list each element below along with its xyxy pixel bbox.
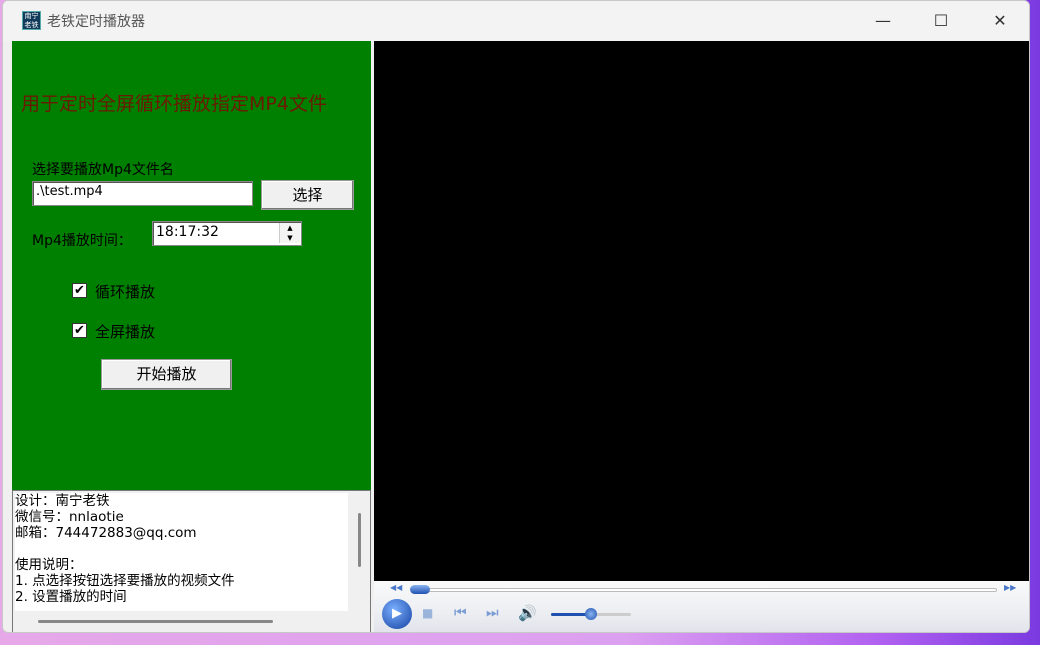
app-icon: 南宁 老铁 xyxy=(22,11,41,30)
memo-line: 邮箱：744472883@qq.com xyxy=(15,525,197,541)
panel-heading: 用于定时全屏循环播放指定MP4文件 xyxy=(21,93,327,115)
memo-line: 1. 点选择按钮选择要播放的视频文件 xyxy=(15,573,235,589)
choose-button[interactable]: 选择 xyxy=(261,180,354,210)
memo-line xyxy=(15,541,348,557)
play-icon: ▶ xyxy=(392,606,402,621)
time-label: Mp4播放时间： xyxy=(32,233,132,249)
horizontal-scrollbar[interactable] xyxy=(38,620,273,623)
time-value: 18:17:32 xyxy=(156,224,219,240)
maximize-button[interactable]: ☐ xyxy=(926,9,956,33)
volume-slider[interactable] xyxy=(551,608,631,620)
volume-thumb[interactable] xyxy=(585,608,597,620)
rewind-icon[interactable]: ◀◀ xyxy=(390,583,402,592)
memo-text: 设计：南宁老铁 微信号：nnlaotie 邮箱：744472883@qq.com 使… xyxy=(15,493,348,611)
next-icon[interactable]: ⏭ xyxy=(486,605,499,621)
player-controls: ◀◀ ▶▶ ▶ ■ ⏮ ⏭ 🔊 xyxy=(374,581,1029,632)
volume-icon[interactable]: 🔊 xyxy=(518,604,537,622)
seek-bar[interactable] xyxy=(412,588,997,592)
stop-icon[interactable]: ■ xyxy=(422,606,433,620)
start-button[interactable]: 开始播放 xyxy=(101,359,232,390)
loop-label: 循环播放 xyxy=(95,283,156,301)
file-input[interactable]: .\test.mp4 xyxy=(32,181,253,206)
fullscreen-label: 全屏播放 xyxy=(95,323,156,341)
info-memo[interactable]: 设计：南宁老铁 微信号：nnlaotie 邮箱：744472883@qq.com 使… xyxy=(12,490,371,632)
fast-forward-icon[interactable]: ▶▶ xyxy=(1004,583,1016,592)
fullscreen-checkbox[interactable]: ✔ xyxy=(72,323,87,338)
memo-line: 使用说明： xyxy=(15,557,83,573)
memo-line: 设计：南宁老铁 xyxy=(15,493,110,509)
video-area[interactable] xyxy=(374,41,1029,581)
file-label: 选择要播放Mp4文件名 xyxy=(32,162,174,178)
loop-checkbox[interactable]: ✔ xyxy=(72,283,87,298)
app-window: 南宁 老铁 老铁定时播放器 — ☐ ✕ 用于定时全屏循环播放指定MP4文件 选择要… xyxy=(2,0,1030,633)
close-button[interactable]: ✕ xyxy=(985,9,1015,33)
time-picker[interactable]: 18:17:32 ▲ ▼ xyxy=(152,221,302,246)
minimize-button[interactable]: — xyxy=(868,9,898,33)
play-button[interactable]: ▶ xyxy=(382,599,412,629)
previous-icon[interactable]: ⏮ xyxy=(454,605,467,621)
memo-line: 微信号：nnlaotie xyxy=(15,509,124,525)
title-bar: 南宁 老铁 老铁定时播放器 — ☐ ✕ xyxy=(3,1,1029,41)
vertical-scrollbar[interactable] xyxy=(358,513,361,567)
settings-panel: 用于定时全屏循环播放指定MP4文件 选择要播放Mp4文件名 .\test.mp4… xyxy=(12,41,371,490)
memo-line: 2. 设置播放的时间 xyxy=(15,589,127,605)
window-title: 老铁定时播放器 xyxy=(47,14,145,30)
seek-thumb[interactable] xyxy=(410,585,430,594)
time-spinner[interactable]: ▲ ▼ xyxy=(279,223,300,243)
